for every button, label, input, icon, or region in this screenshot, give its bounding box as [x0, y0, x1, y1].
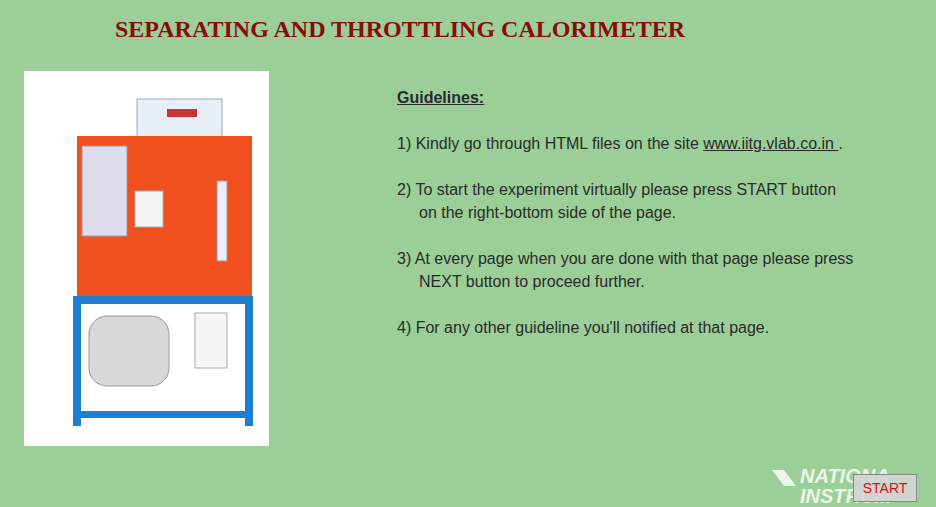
content: Guidelines: 1) Kindly go through HTML fil…: [0, 44, 936, 446]
apparatus-photo: [24, 71, 269, 446]
guideline-item: 1) Kindly go through HTML files on the s…: [397, 132, 853, 155]
ni-logo-icon: [770, 466, 798, 490]
apparatus-icon: [37, 81, 257, 436]
page-title: SEPARATING AND THROTTLING CALORIMETER: [0, 0, 936, 44]
guideline-item: 3) At every page when you are done with …: [397, 247, 853, 293]
guideline-item: 4) For any other guideline you'll notifi…: [397, 316, 853, 339]
page: SEPARATING AND THROTTLING CALORIMETER Gui…: [0, 0, 936, 507]
guideline-item: 2) To start the experiment virtually ple…: [397, 178, 853, 224]
site-link[interactable]: www.iitg.vlab.co.in: [703, 135, 838, 152]
guidelines: Guidelines: 1) Kindly go through HTML fil…: [397, 86, 853, 446]
start-button[interactable]: START: [853, 474, 917, 502]
guidelines-heading: Guidelines:: [397, 86, 853, 109]
